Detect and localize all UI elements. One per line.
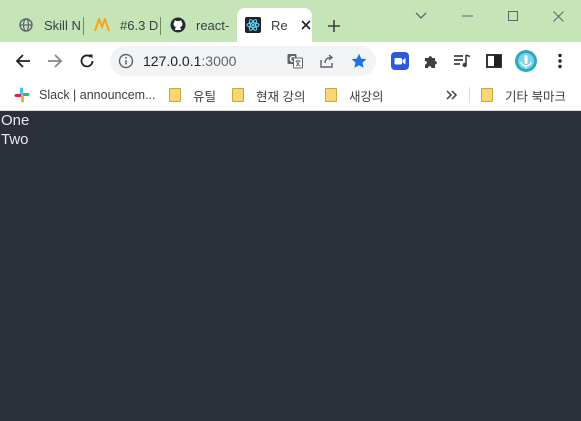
- bookmark-folder-new-course[interactable]: 새강의: [325, 85, 384, 105]
- text-line-one: One: [1, 112, 30, 129]
- bookmark-label: 현재 강의: [256, 89, 306, 104]
- tab-separator: [83, 17, 84, 35]
- bookmark-slack[interactable]: Slack | announcem...: [14, 85, 156, 105]
- site-info-icon[interactable]: [118, 53, 134, 69]
- bookmark-label: 새강의: [349, 89, 384, 104]
- tab-strip: Skill N #6.3 D react- Re: [0, 0, 581, 42]
- folder-icon: [481, 88, 493, 102]
- tab-title: Re: [271, 17, 288, 33]
- forward-button[interactable]: [41, 47, 69, 75]
- url-text: 127.0.0.1:3000: [143, 53, 236, 69]
- browser-menu-icon[interactable]: [546, 47, 574, 75]
- bookmark-label: 기타 북마크: [505, 89, 566, 104]
- tab-skill[interactable]: Skill N: [10, 8, 84, 42]
- reload-button[interactable]: [73, 47, 101, 75]
- tab-react-active[interactable]: Re: [237, 8, 312, 42]
- text-line-two: Two: [1, 131, 29, 148]
- tab-github[interactable]: react-: [162, 8, 234, 42]
- tab-title: react-: [196, 17, 230, 33]
- bookmarks-divider: [469, 87, 470, 103]
- profile-avatar[interactable]: [512, 47, 540, 75]
- globe-icon: [18, 17, 34, 33]
- bookmark-label: 유틸: [193, 89, 217, 104]
- bookmarks-bar: Slack | announcem... 유틸 현재 강의 새강의 기타 북마크: [0, 80, 581, 111]
- folder-icon: [232, 88, 244, 102]
- bookmark-folder-util[interactable]: 유틸: [169, 85, 216, 105]
- tab-title: Skill N: [44, 17, 81, 33]
- back-button[interactable]: [9, 47, 37, 75]
- zoom-extension-icon[interactable]: [386, 47, 414, 75]
- new-tab-button[interactable]: [323, 15, 345, 37]
- bookmarks-overflow-chevron-icon[interactable]: [446, 85, 458, 105]
- page-content: One Two: [0, 111, 581, 421]
- bookmark-folder-current-course[interactable]: 현재 강의: [232, 85, 305, 105]
- bookmark-other-folder[interactable]: 기타 북마크: [481, 85, 566, 105]
- close-tab-icon[interactable]: [300, 17, 312, 33]
- github-icon: [170, 17, 186, 33]
- nomad-logo-icon: [94, 17, 110, 33]
- extensions-puzzle-icon[interactable]: [417, 47, 445, 75]
- share-icon[interactable]: [319, 53, 335, 69]
- minimize-button[interactable]: [444, 4, 490, 28]
- tab-search-chevron-icon[interactable]: [398, 4, 444, 28]
- address-bar[interactable]: 127.0.0.1:3000 G: [110, 46, 376, 76]
- media-control-icon[interactable]: [448, 47, 476, 75]
- bookmark-label: Slack | announcem...: [39, 88, 156, 102]
- slack-icon: [14, 87, 30, 103]
- side-panel-icon[interactable]: [480, 47, 508, 75]
- react-icon: [245, 17, 261, 33]
- tab-nomad[interactable]: #6.3 D: [86, 8, 161, 42]
- maximize-button[interactable]: [490, 4, 536, 28]
- url-host: 127.0.0.1: [143, 53, 202, 69]
- translate-icon[interactable]: G: [287, 53, 303, 69]
- folder-icon: [169, 88, 181, 102]
- tab-title: #6.3 D: [120, 17, 159, 33]
- close-window-button[interactable]: [535, 4, 581, 28]
- tab-separator: [160, 17, 161, 35]
- bookmark-star-icon[interactable]: [351, 53, 367, 69]
- browser-toolbar: 127.0.0.1:3000 G: [0, 42, 581, 80]
- folder-icon: [325, 88, 337, 102]
- url-port: :3000: [201, 53, 237, 69]
